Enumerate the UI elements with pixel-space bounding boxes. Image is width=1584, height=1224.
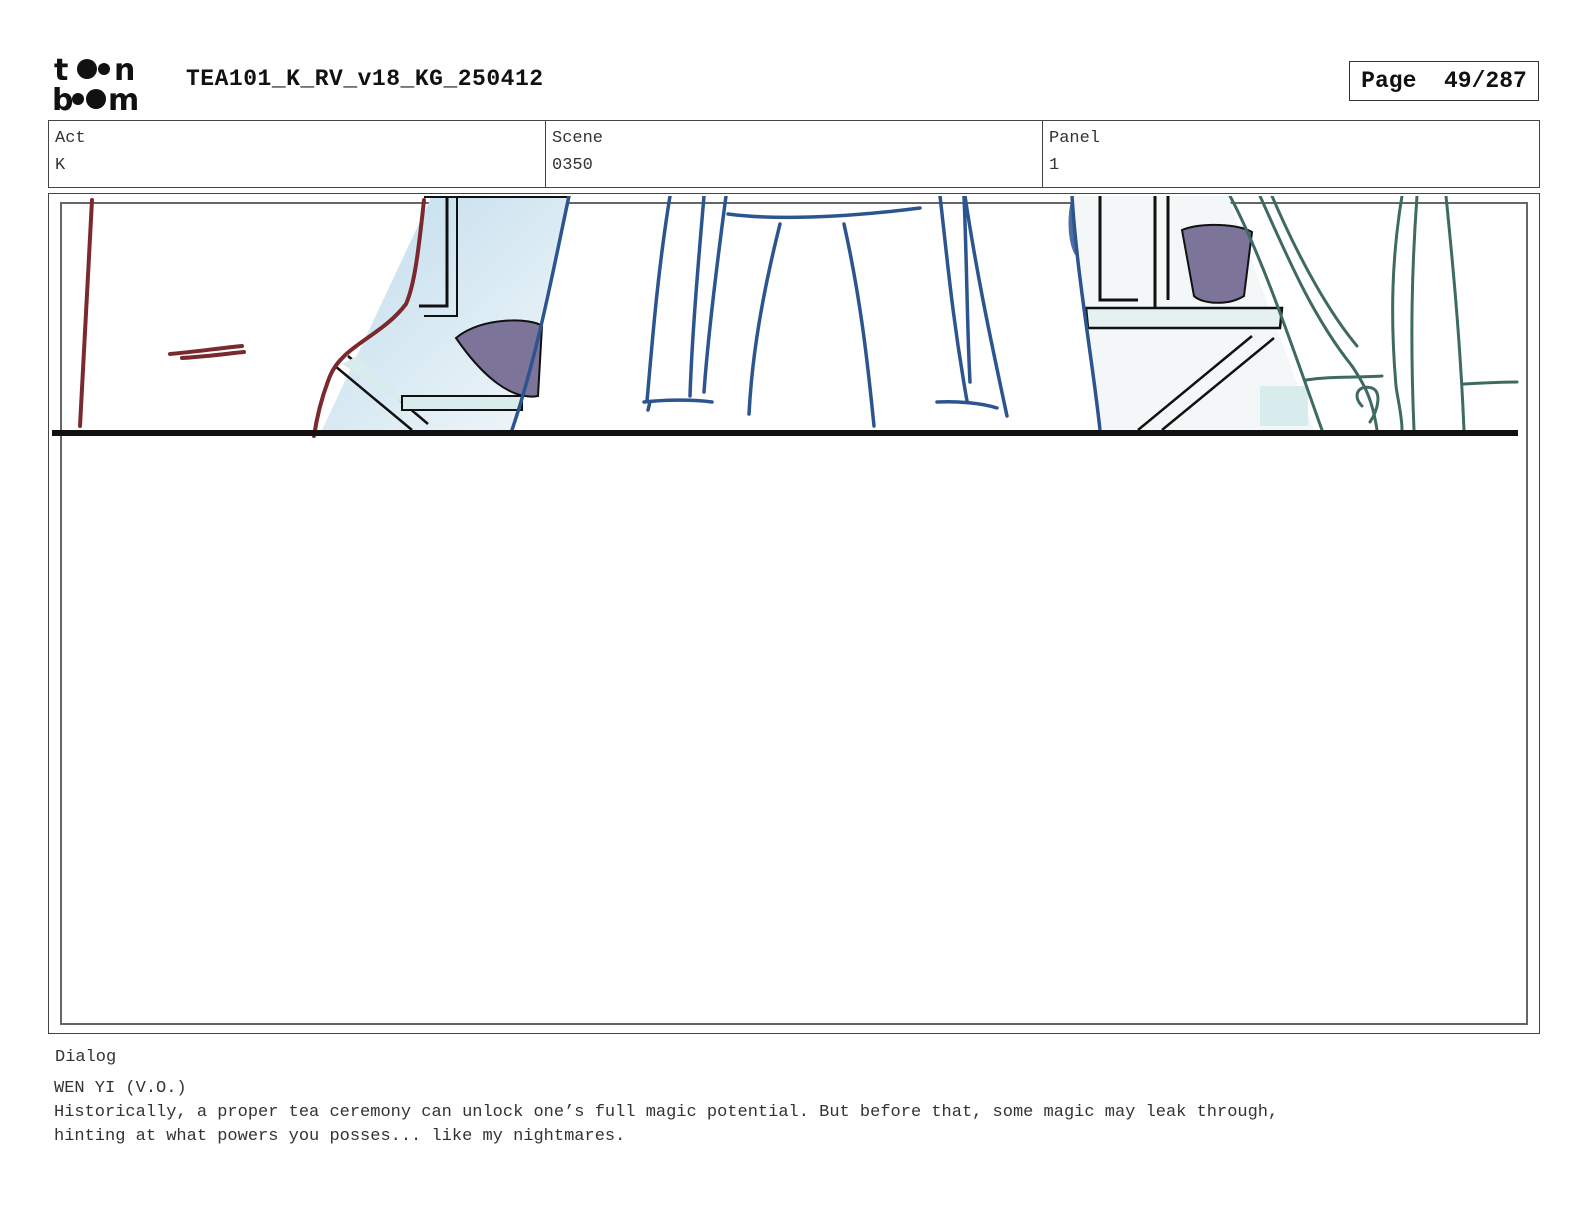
- logo-dot: [98, 63, 110, 75]
- page-label: Page: [1361, 68, 1417, 94]
- dialog-text: Historically, a proper tea ceremony can …: [54, 1103, 1279, 1146]
- panel-cell: Panel 1: [1043, 121, 1539, 187]
- blue-character-legs: [510, 196, 1009, 432]
- logo-m-glyph: m: [108, 83, 139, 112]
- page-number: 49/287: [1444, 68, 1527, 94]
- act-label: Act: [55, 129, 86, 148]
- frame-cut-line: [52, 430, 1518, 436]
- logo-dot: [77, 59, 97, 79]
- page-indicator: Page 49/287: [1349, 61, 1539, 101]
- scene-label: Scene: [552, 129, 604, 148]
- dialog-speaker: WEN YI (V.O.): [54, 1079, 187, 1098]
- scene-info-table: Act K Scene 0350 Panel 1: [48, 120, 1540, 188]
- left-window: [322, 196, 570, 431]
- storyboard-panel-artwork: [52, 196, 1519, 438]
- logo-dot: [72, 93, 84, 105]
- dialog-label: Dialog: [55, 1048, 117, 1067]
- act-value: K: [55, 156, 66, 175]
- logo-b-glyph: b: [52, 83, 73, 112]
- panel-label: Panel: [1049, 129, 1101, 148]
- scene-value: 0350: [552, 156, 593, 175]
- scene-cell: Scene 0350: [546, 121, 1043, 187]
- document-title: TEA101_K_RV_v18_KG_250412: [186, 66, 544, 92]
- toon-boom-logo: t n b m: [52, 53, 139, 112]
- act-cell: Act K: [49, 121, 546, 187]
- panel-value: 1: [1049, 156, 1060, 175]
- logo-dot: [86, 89, 106, 109]
